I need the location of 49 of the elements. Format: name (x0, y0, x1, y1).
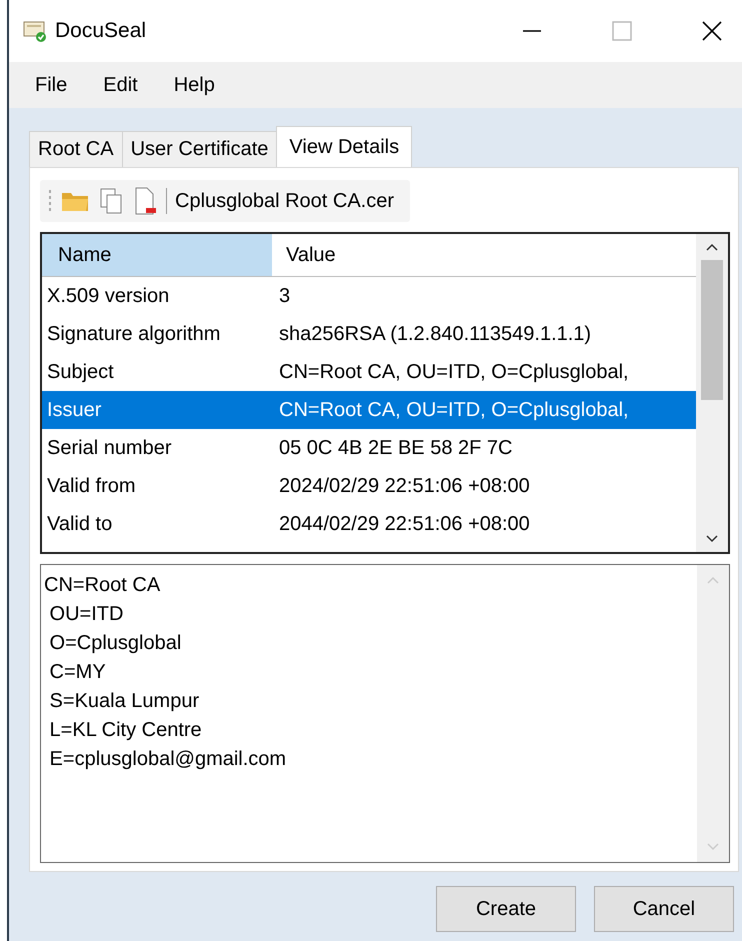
list-row[interactable]: X.509 version 3 (42, 277, 696, 315)
field-name: Valid to (46, 512, 114, 536)
field-value: 2044/02/29 22:51:06 +08:00 (278, 512, 530, 536)
window-title: DocuSeal (55, 19, 146, 43)
field-name: Valid from (46, 474, 137, 498)
scroll-down-icon[interactable] (705, 534, 719, 544)
tab[interactable]: Root CA (29, 131, 123, 167)
scrollbar[interactable] (696, 234, 728, 552)
field-value: CN=Root CA, OU=ITD, O=Cplusglobal, (278, 398, 629, 422)
list-row[interactable]: Issuer CN=Root CA, OU=ITD, O=Cplusglobal, (42, 391, 696, 429)
detail-line: O=Cplusglobal (48, 631, 182, 656)
field-value: sha256RSA (1.2.840.113549.1.1.1) (278, 322, 592, 346)
list-row[interactable]: Serial number 05 0C 4B 2E BE 58 2F 7C (42, 429, 696, 467)
menu-item[interactable]: Edit (103, 74, 138, 96)
copy-icon[interactable] (98, 187, 124, 215)
dialog-button[interactable]: Cancel (594, 886, 734, 932)
detail-line: C=MY (48, 660, 107, 685)
detail-line: OU=ITD (48, 602, 124, 627)
field-name: Issuer (46, 398, 102, 422)
menu-item[interactable]: Help (174, 74, 215, 96)
column-header[interactable]: Name (42, 234, 272, 276)
column-header[interactable]: Value (272, 234, 336, 276)
field-value: CN=Root CA, OU=ITD, O=Cplusglobal, (278, 360, 629, 384)
field-value: 05 0C 4B 2E BE 58 2F 7C (278, 436, 512, 460)
detail-line: S=Kuala Lumpur (48, 689, 200, 714)
tab[interactable]: User Certificate (122, 131, 278, 167)
scroll-thumb[interactable] (701, 260, 723, 400)
certificate-icon (23, 19, 47, 43)
list-row[interactable]: Valid to 2044/02/29 22:51:06 +08:00 (42, 505, 696, 543)
file-name: Cplusglobal Root CA.cer (175, 190, 395, 212)
detail-line: E=cplusglobal@gmail.com (48, 747, 288, 772)
maximize-icon[interactable] (612, 21, 632, 41)
field-value: 3 (278, 284, 290, 308)
list-row[interactable]: Subject CN=Root CA, OU=ITD, O=Cplusglobal, (42, 353, 696, 391)
list-row[interactable]: Signature algorithm sha256RSA (1.2.840.113549.1.1.1) (42, 315, 696, 353)
dialog-button[interactable]: Create (436, 886, 576, 932)
detail-line: L=KL City Centre (48, 718, 203, 743)
list-row[interactable]: Valid from 2024/02/29 22:51:06 +08:00 (42, 467, 696, 505)
menu-item[interactable]: File (35, 74, 68, 96)
field-name: Subject (46, 360, 115, 384)
scroll-up-icon[interactable] (705, 242, 719, 252)
tab[interactable]: View Details (276, 126, 412, 167)
field-name: Signature algorithm (46, 322, 222, 346)
detail-line: CN=Root CA (44, 573, 162, 598)
field-name: Serial number (46, 436, 173, 460)
grip-icon (48, 188, 52, 214)
field-value: 2024/02/29 22:51:06 +08:00 (278, 474, 530, 498)
close-icon[interactable] (702, 21, 722, 41)
field-name: X.509 version (46, 284, 170, 308)
